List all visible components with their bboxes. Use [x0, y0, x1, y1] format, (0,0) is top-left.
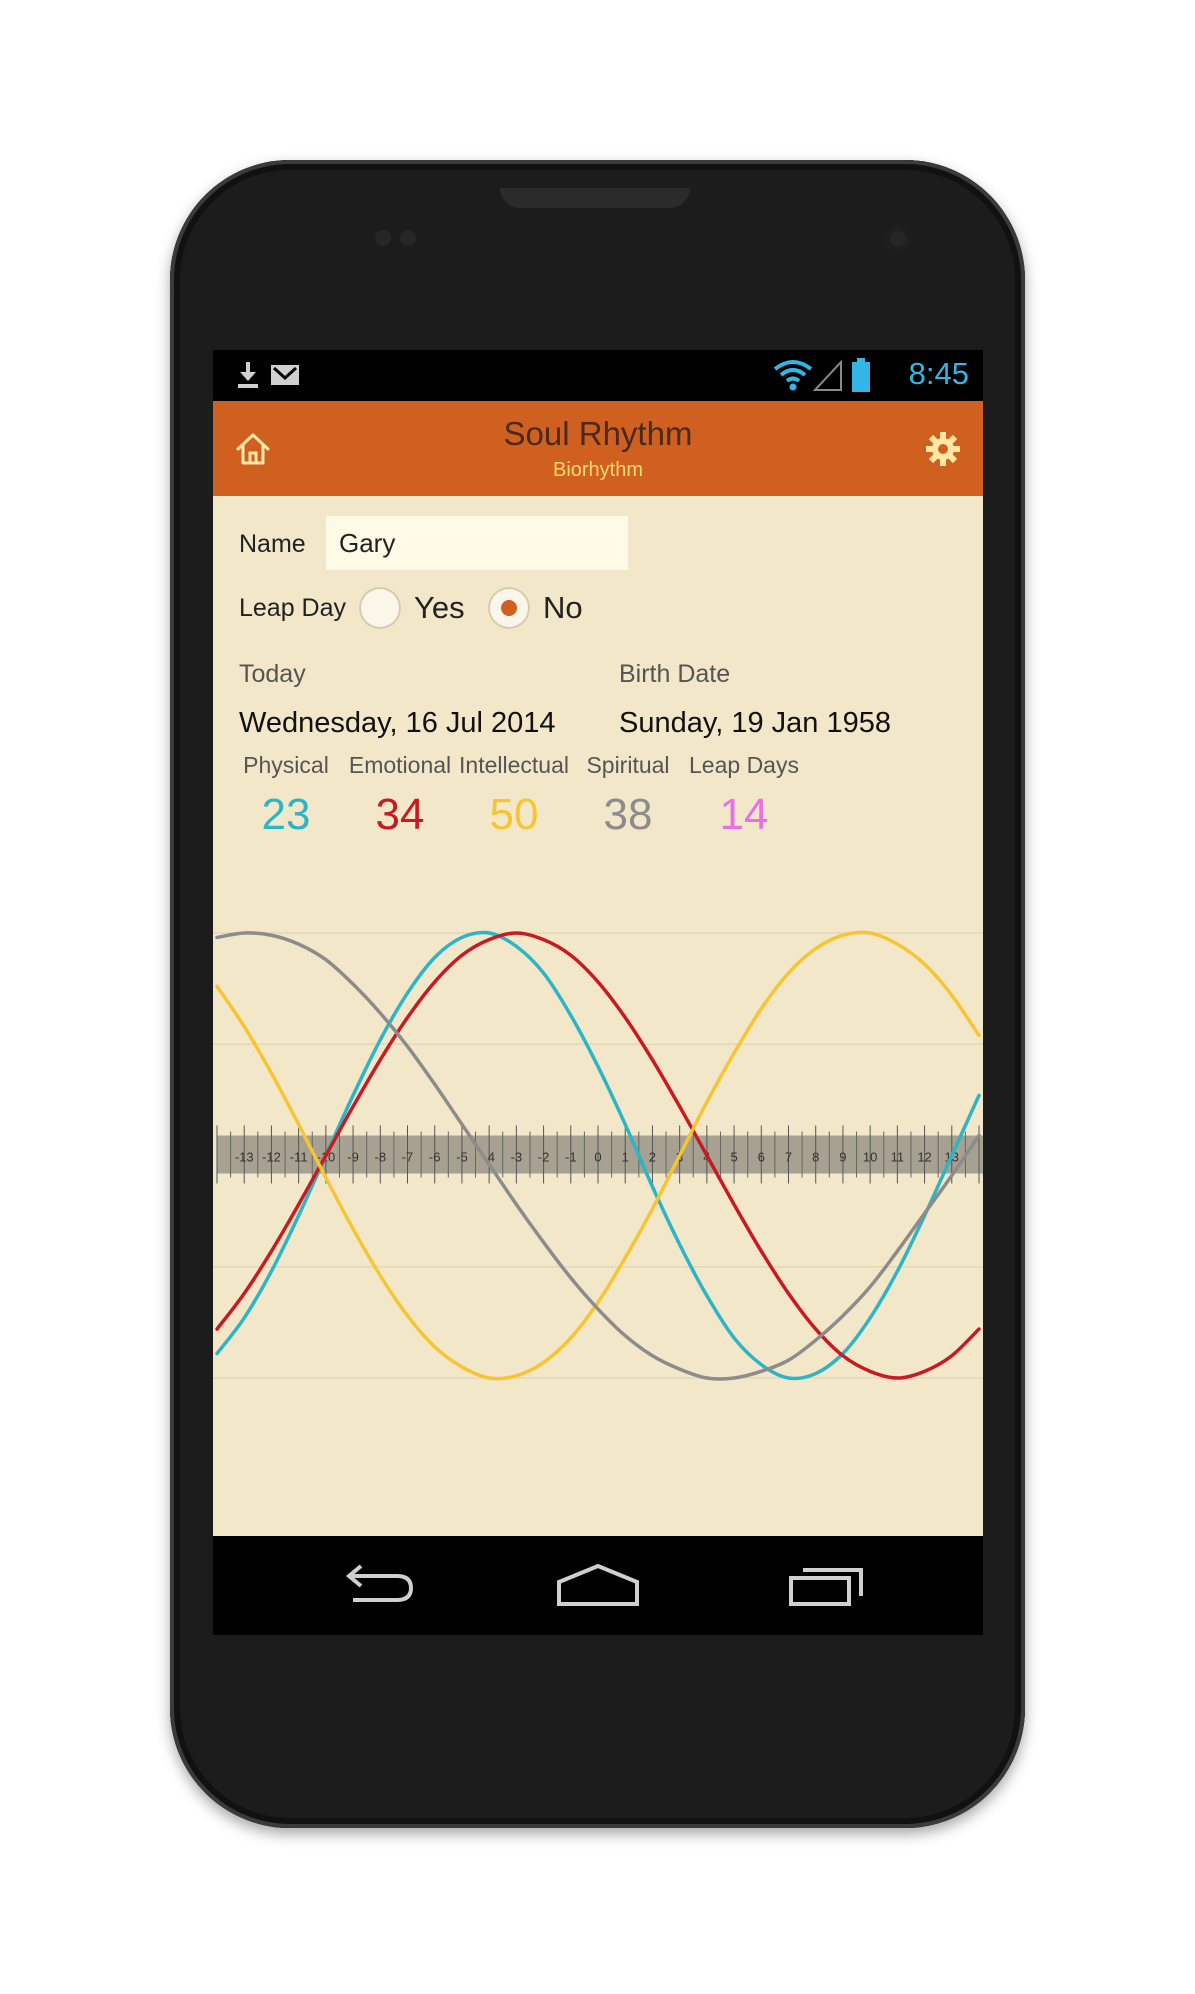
- x-tick-label: 1: [622, 1150, 629, 1165]
- x-tick-label: 11: [891, 1150, 905, 1165]
- app-bar: Soul Rhythm Biorhythm: [213, 401, 983, 496]
- name-label: Name: [239, 530, 306, 558]
- earpiece-speaker: [500, 188, 690, 208]
- today-date[interactable]: Wednesday, 16 Jul 2014: [239, 707, 556, 740]
- status-bar: 8:45: [213, 350, 983, 401]
- x-tick-label: 6: [758, 1150, 765, 1165]
- x-tick-label: 12: [917, 1150, 931, 1165]
- main-content: Name Gary Leap Day Yes No Today Wednesda…: [213, 496, 983, 1536]
- leap-yes-radio[interactable]: [359, 587, 401, 629]
- leap-day-label: Leap Day: [239, 594, 347, 622]
- birth-date[interactable]: Sunday, 19 Jan 1958: [619, 707, 891, 740]
- x-tick-label: -5: [456, 1150, 468, 1165]
- x-tick-label: -2: [538, 1150, 550, 1165]
- x-tick-label: -9: [347, 1150, 359, 1165]
- x-tick-label: 0: [594, 1150, 601, 1165]
- device-screen: 8:45 Soul Rhythm Biorhythm Name Gary Lea…: [213, 350, 983, 1635]
- x-tick-label: -12: [262, 1150, 281, 1165]
- birth-date-label: Birth Date: [619, 660, 731, 688]
- back-icon[interactable]: [333, 1560, 423, 1610]
- download-icon: [238, 362, 258, 388]
- wifi-icon: [773, 360, 813, 391]
- settings-gear-icon[interactable]: [925, 431, 961, 467]
- x-tick-label: 7: [785, 1150, 792, 1165]
- home-nav-icon[interactable]: [553, 1560, 643, 1610]
- x-tick-label: -13: [235, 1150, 254, 1165]
- battery-icon: [852, 358, 870, 392]
- name-input[interactable]: Gary: [326, 516, 628, 570]
- recent-apps-icon[interactable]: [783, 1560, 873, 1610]
- x-tick-label: 5: [730, 1150, 737, 1165]
- radio-selected-dot: [501, 600, 517, 616]
- gmail-icon: [271, 365, 299, 385]
- x-tick-label: -8: [375, 1150, 387, 1165]
- light-sensor: [400, 230, 416, 246]
- today-label: Today: [239, 660, 306, 688]
- navigation-bar: [213, 1536, 983, 1635]
- cell-signal-icon: [813, 359, 842, 391]
- leap-no-radio[interactable]: [488, 587, 530, 629]
- x-tick-label: 8: [812, 1150, 819, 1165]
- cycle-name: Leap Days: [689, 752, 799, 778]
- cycle-value: 14: [719, 790, 769, 839]
- x-tick-label: 2: [649, 1150, 656, 1165]
- x-tick-label: 9: [839, 1150, 846, 1165]
- x-tick-label: -6: [429, 1150, 441, 1165]
- x-tick-label: -3: [511, 1150, 523, 1165]
- proximity-sensor: [375, 230, 391, 246]
- x-tick-label: -11: [290, 1150, 308, 1165]
- x-tick-label: -7: [402, 1150, 414, 1165]
- front-camera: [885, 226, 911, 252]
- biorhythm-chart: -13 -12 -11 -10 -9 -8 -7 -6 -5 -4 -3 -2 -1 0 1 2 3 4 5 6 7 8 9…: [213, 930, 983, 1381]
- app-subtitle: Biorhythm: [552, 459, 644, 481]
- x-tick-label: 10: [863, 1150, 877, 1165]
- leap-no-label[interactable]: No: [543, 590, 583, 626]
- x-tick-label: -1: [565, 1150, 577, 1165]
- app-title: Soul Rhythm: [503, 415, 693, 452]
- clock: 8:45: [908, 356, 969, 391]
- leap-yes-label[interactable]: Yes: [414, 590, 465, 626]
